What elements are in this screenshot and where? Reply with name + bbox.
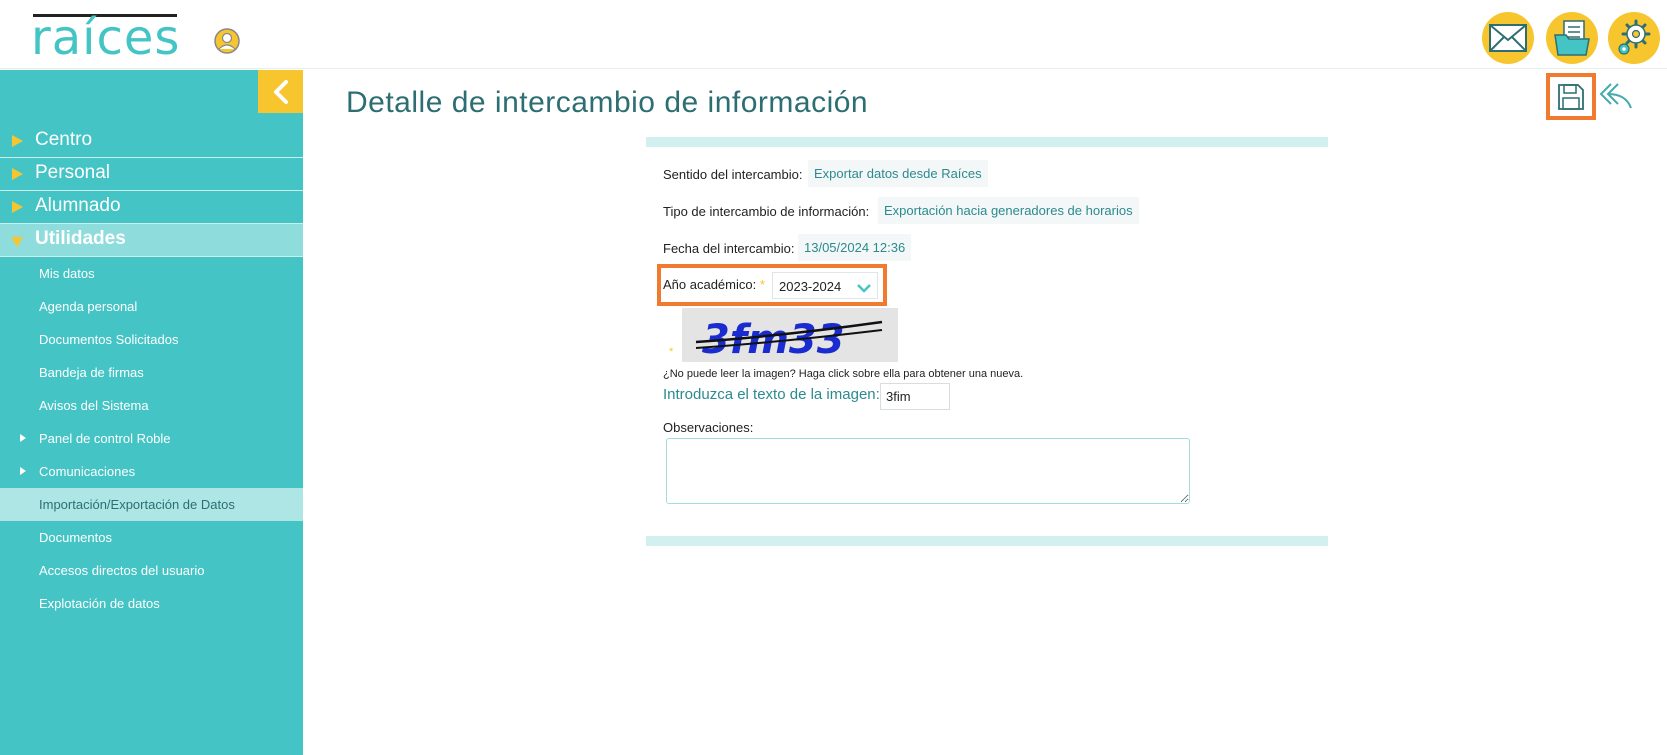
sidebar-subitem-label: Explotación de datos (39, 596, 160, 611)
observaciones-textarea[interactable] (666, 438, 1190, 504)
sidebar-subitem-label: Documentos (39, 530, 112, 545)
captcha-input[interactable] (880, 383, 950, 410)
form-top-band (646, 137, 1328, 147)
sidebar-collapse-button[interactable] (258, 70, 303, 113)
app-header: raíces (0, 0, 1667, 69)
sidebar-subitem-label: Accesos directos del usuario (39, 563, 205, 578)
sidebar-item-label: Personal (35, 162, 110, 183)
user-circle-icon[interactable] (213, 27, 241, 55)
captcha-label: Introduzca el texto de la imagen: (663, 386, 880, 403)
sidebar-item-label: Utilidades (35, 228, 126, 249)
sidebar-item-utilidades[interactable]: Utilidades (0, 224, 303, 257)
sidebar-subitem-agenda-personal[interactable]: Agenda personal (0, 290, 303, 323)
save-icon (1558, 83, 1584, 110)
captcha-required-mark: * (669, 346, 674, 358)
sidebar-subitem-comunicaciones[interactable]: Comunicaciones (0, 455, 303, 488)
raices-logo[interactable]: raíces (31, 8, 179, 62)
sidebar-subitem-label: Documentos Solicitados (39, 332, 179, 347)
triangle-right-icon (20, 467, 26, 475)
sidebar-subitem-label: Bandeja de firmas (39, 365, 144, 380)
sidebar-subitem-label: Mis datos (39, 266, 95, 281)
reply-back-icon (1599, 83, 1632, 109)
sidebar-subitem-documentos-solicitados[interactable]: Documentos Solicitados (0, 323, 303, 356)
chevron-left-icon (273, 79, 288, 104)
documents-button[interactable] (1546, 12, 1598, 64)
sidebar-item-personal[interactable]: Personal (0, 158, 303, 191)
sidebar-subitem-label: Importación/Exportación de Datos (39, 497, 235, 512)
triangle-right-icon (12, 201, 23, 213)
sidebar-subitem-importacion-exportacion[interactable]: Importación/Exportación de Datos (0, 488, 303, 521)
captcha-help-text: ¿No puede leer la imagen? Haga click sob… (663, 368, 1024, 380)
sidebar-subitem-panel-control-roble[interactable]: Panel de control Roble (0, 422, 303, 455)
observaciones-label: Observaciones: (663, 420, 754, 435)
triangle-down-icon (11, 237, 23, 247)
chevron-down-icon (857, 280, 871, 298)
sidebar-subitem-mis-datos[interactable]: Mis datos (0, 257, 303, 290)
sentido-label: Sentido del intercambio: (663, 167, 803, 182)
mail-button[interactable] (1482, 12, 1534, 64)
triangle-right-icon (12, 135, 23, 147)
required-mark: * (759, 277, 765, 292)
sidebar-subitem-documentos[interactable]: Documentos (0, 521, 303, 554)
sidebar-menu: Centro Personal Alumnado Utilidades Mis … (0, 125, 303, 620)
triangle-right-icon (12, 168, 23, 180)
sidebar-subitem-accesos-directos[interactable]: Accesos directos del usuario (0, 554, 303, 587)
sidebar-item-centro[interactable]: Centro (0, 125, 303, 158)
sidebar-subitem-label: Agenda personal (39, 299, 138, 314)
logo-text: raíces (31, 10, 181, 66)
captcha-image[interactable]: 3fm33 (682, 308, 898, 362)
back-button[interactable] (1598, 80, 1634, 112)
folder-documents-icon (1554, 20, 1590, 56)
triangle-right-icon (20, 434, 26, 442)
envelope-icon (1489, 24, 1527, 52)
save-button[interactable] (1546, 73, 1596, 120)
sidebar-item-label: Alumnado (35, 195, 121, 216)
sidebar-item-label: Centro (35, 129, 93, 150)
sidebar-item-alumnado[interactable]: Alumnado (0, 191, 303, 224)
tipo-value: Exportación hacia generadores de horario… (878, 197, 1139, 224)
anio-label-text: Año académico: (663, 277, 757, 292)
anio-academico-select[interactable]: 2023-2024 (772, 272, 878, 299)
sidebar: Centro Personal Alumnado Utilidades Mis … (0, 70, 303, 755)
sidebar-subitem-explotacion-datos[interactable]: Explotación de datos (0, 587, 303, 620)
anio-label: Año académico: * (663, 277, 765, 292)
sidebar-subitem-label: Panel de control Roble (39, 431, 171, 446)
sentido-value: Exportar datos desde Raíces (808, 160, 988, 187)
settings-button[interactable] (1608, 12, 1660, 64)
form-bottom-band (646, 536, 1328, 546)
sidebar-subitem-bandeja-firmas[interactable]: Bandeja de firmas (0, 356, 303, 389)
gear-icon (1618, 19, 1651, 55)
sidebar-subitem-avisos-sistema[interactable]: Avisos del Sistema (0, 389, 303, 422)
sidebar-subitem-label: Comunicaciones (39, 464, 136, 479)
fecha-value: 13/05/2024 12:36 (798, 234, 912, 261)
tipo-label: Tipo de intercambio de información: (663, 204, 870, 219)
sidebar-subitem-label: Avisos del Sistema (39, 398, 149, 413)
page-title: Detalle de intercambio de información (346, 86, 869, 119)
select-value: 2023-2024 (779, 279, 842, 294)
fecha-label: Fecha del intercambio: (663, 241, 795, 256)
